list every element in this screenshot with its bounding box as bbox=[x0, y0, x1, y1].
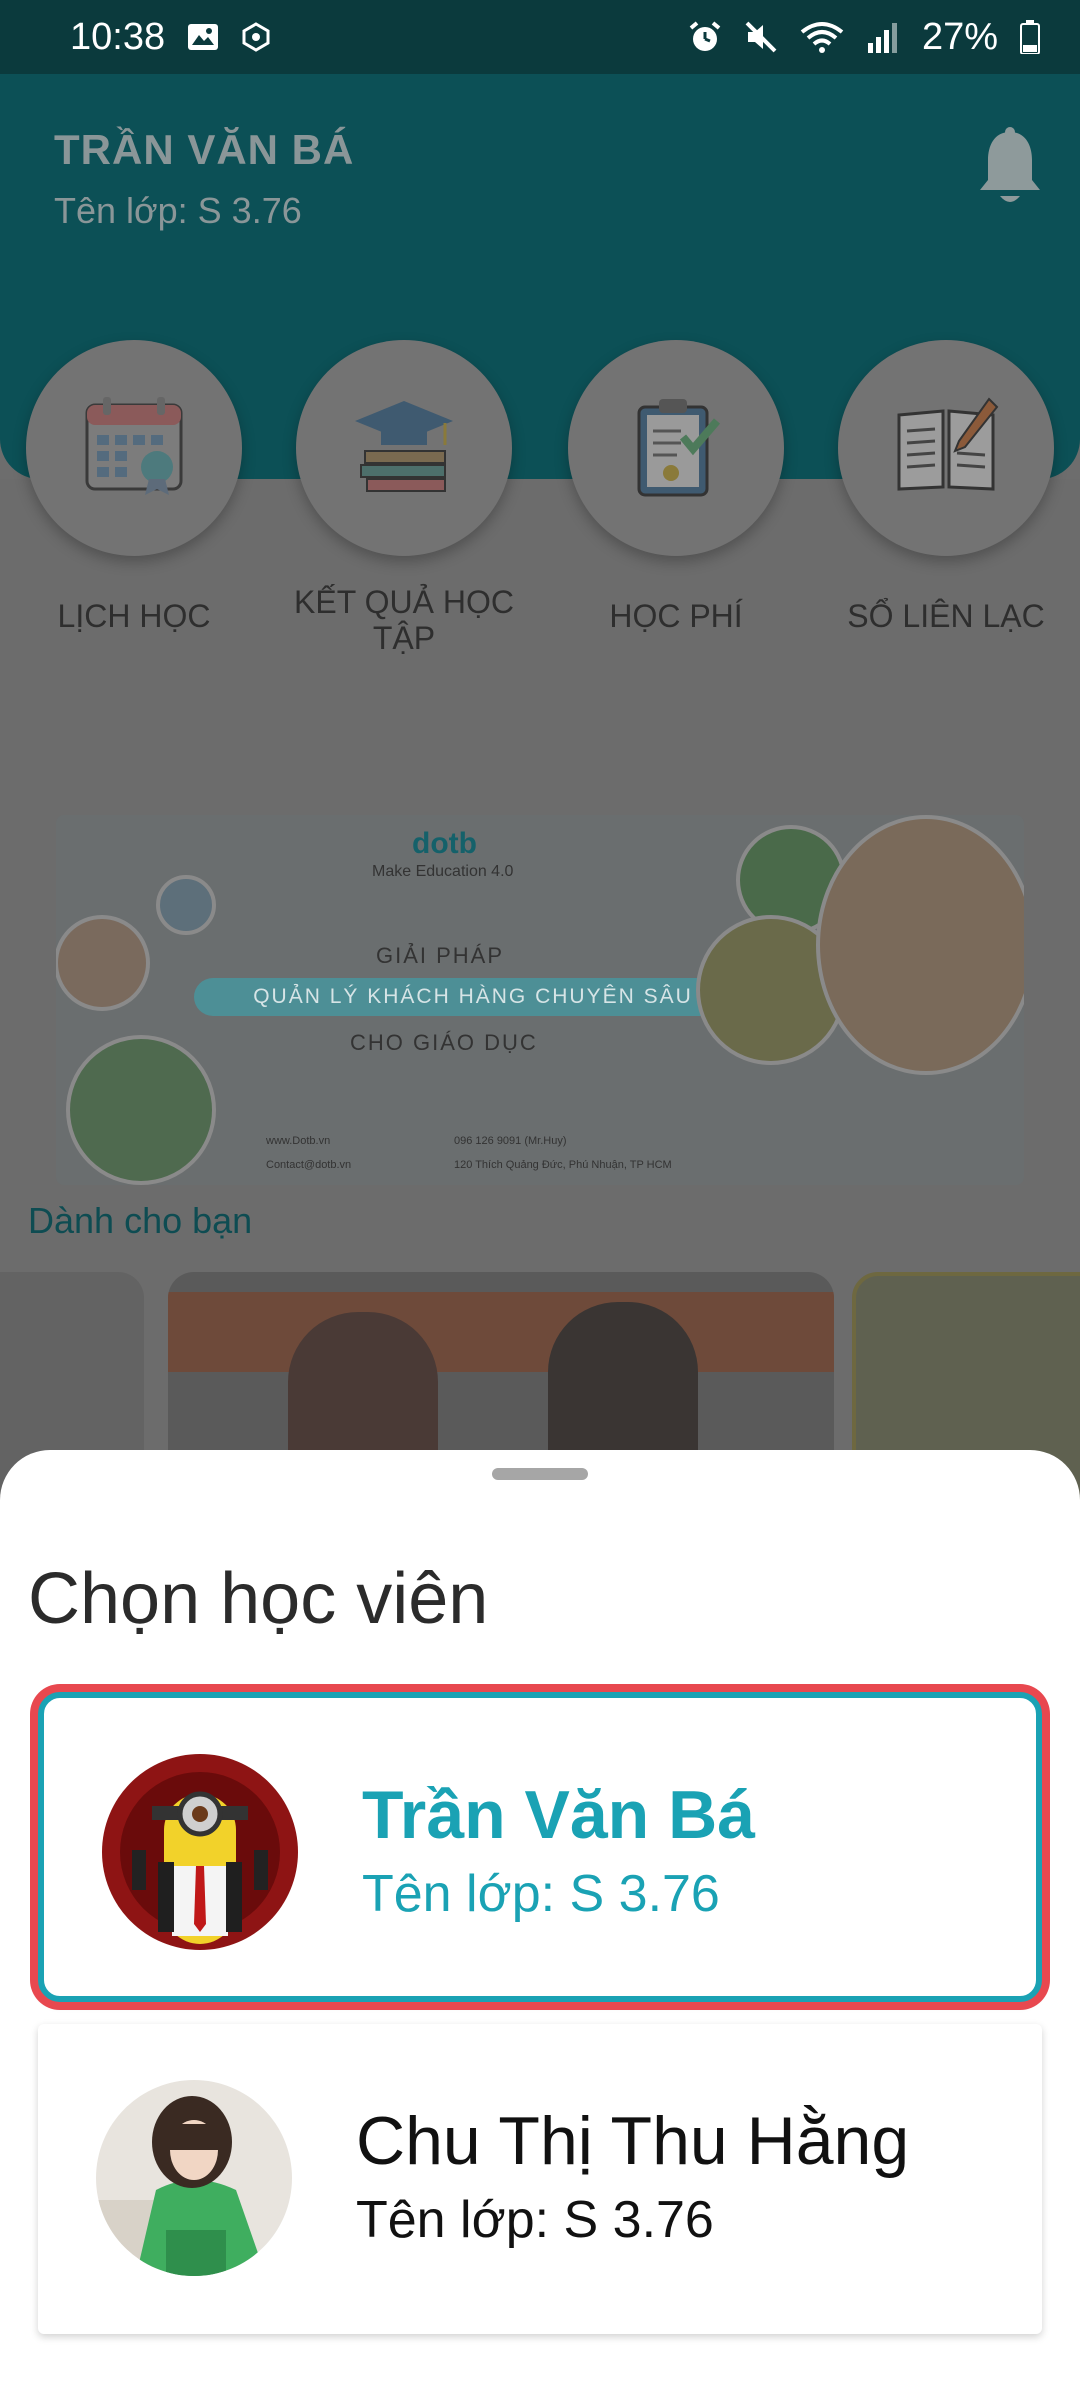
student-class: Tên lớp: S 3.76 bbox=[356, 2191, 714, 2249]
for-you-carousel[interactable] bbox=[0, 1272, 1080, 1502]
banner-logo: dotb bbox=[412, 827, 477, 860]
feature-label: SỔ LIÊN LẠC bbox=[847, 598, 1045, 634]
status-bar-right: 27% bbox=[688, 16, 1040, 59]
sheet-drag-handle[interactable] bbox=[492, 1468, 588, 1480]
status-bar: 10:38 27% bbox=[0, 0, 1080, 74]
feature-menu: LỊCH HỌC KẾT QUẢ HỌC TẬP HỌC PHÍ SỔ LIÊN… bbox=[0, 340, 1080, 680]
feature-results[interactable]: KẾT QUẢ HỌC TẬP bbox=[284, 340, 524, 656]
sheet-title: Chọn học viên bbox=[28, 1559, 489, 1639]
student-class: Tên lớp: S 3.76 bbox=[362, 1865, 720, 1923]
avatar bbox=[102, 1754, 298, 1950]
calendar-icon bbox=[79, 391, 189, 506]
avatar bbox=[96, 2080, 292, 2276]
banner-photo bbox=[816, 815, 1024, 1075]
banner-photo bbox=[56, 915, 150, 1011]
student-name: Trần Văn Bá bbox=[362, 1777, 756, 1853]
header-student-name: TRẦN VĂN BÁ bbox=[54, 126, 355, 173]
feature-label: HỌC PHÍ bbox=[609, 598, 743, 634]
banner-line1: GIẢI PHÁP bbox=[376, 943, 505, 968]
battery-percent: 27% bbox=[921, 15, 998, 58]
wifi-icon bbox=[800, 20, 844, 54]
feature-tuition[interactable]: HỌC PHÍ bbox=[556, 340, 796, 634]
open-book-pen-icon bbox=[891, 391, 1001, 506]
banner-photo bbox=[156, 875, 216, 935]
image-icon bbox=[187, 23, 219, 51]
student-option-selected[interactable]: Trần Văn Bá Tên lớp: S 3.76 bbox=[38, 1692, 1042, 2002]
banner-highlight: QUẢN LÝ KHÁCH HÀNG CHUYÊN SÂU bbox=[194, 978, 752, 1016]
promo-banner[interactable]: dotb Make Education 4.0 GIẢI PHÁP QUẢN L… bbox=[56, 815, 1024, 1185]
banner-photo bbox=[66, 1035, 216, 1185]
battery-icon bbox=[1020, 20, 1040, 54]
feature-label: KẾT QUẢ HỌC TẬP bbox=[294, 584, 514, 656]
signal-icon bbox=[866, 21, 900, 53]
for-you-title: Dành cho bạn bbox=[28, 1200, 253, 1241]
graduation-books-icon bbox=[349, 391, 459, 506]
bell-icon[interactable] bbox=[976, 126, 1044, 210]
banner-phone: 096 126 9091 (Mr.Huy) bbox=[454, 1135, 567, 1147]
banner-line2: CHO GIÁO DỤC bbox=[350, 1030, 538, 1055]
banner-website: www.Dotb.vn bbox=[266, 1135, 331, 1147]
banner-address: 120 Thích Quảng Đức, Phú Nhuận, TP HCM bbox=[454, 1159, 672, 1171]
select-student-sheet: Chọn học viên Trần Văn Bá Tên lớp: S 3.7… bbox=[0, 1450, 1080, 2400]
mute-icon bbox=[744, 20, 778, 54]
status-bar-left: 10:38 bbox=[70, 16, 271, 59]
feature-schedule[interactable]: LỊCH HỌC bbox=[14, 340, 254, 634]
student-option[interactable]: Chu Thị Thu Hằng Tên lớp: S 3.76 bbox=[38, 2024, 1042, 2334]
status-time: 10:38 bbox=[70, 15, 166, 58]
banner-email: Contact@dotb.vn bbox=[266, 1159, 352, 1171]
feature-label: LỊCH HỌC bbox=[57, 598, 211, 634]
student-name: Chu Thị Thu Hằng bbox=[356, 2103, 910, 2179]
alarm-icon bbox=[688, 20, 722, 54]
header-class-label: Tên lớp: S 3.76 bbox=[54, 190, 302, 231]
feature-contact-book[interactable]: SỔ LIÊN LẠC bbox=[826, 340, 1066, 634]
hexagon-icon bbox=[241, 22, 271, 52]
clipboard-check-icon bbox=[621, 391, 731, 506]
banner-tagline: Make Education 4.0 bbox=[372, 863, 514, 880]
